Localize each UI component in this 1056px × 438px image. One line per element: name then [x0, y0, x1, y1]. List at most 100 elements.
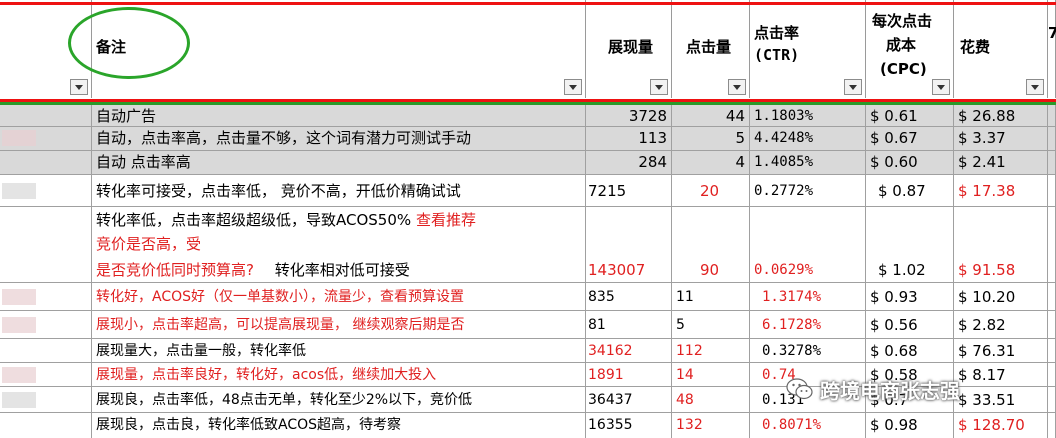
more-cell[interactable] [1048, 175, 1056, 206]
cost-cell[interactable]: $ 10.20 [954, 283, 1048, 310]
more-cell[interactable] [1048, 151, 1056, 174]
more-cell[interactable] [1048, 105, 1056, 126]
filter-dropdown-icon[interactable] [844, 79, 862, 95]
impressions-cell[interactable]: 1891 [586, 363, 672, 386]
more-cell[interactable] [1048, 387, 1056, 412]
ctr-cell[interactable]: 0.8071% [750, 413, 866, 438]
clicks-cell[interactable]: 44 [672, 105, 750, 126]
more-cell[interactable] [1048, 413, 1056, 438]
filter-dropdown-icon[interactable] [564, 79, 582, 95]
cpc-cell[interactable]: $ 0.61 [866, 105, 954, 126]
header-cell-ctr[interactable]: 点击率 (CTR) [750, 0, 866, 98]
ctr-cell[interactable]: 1.4085% [750, 151, 866, 174]
cost-cell[interactable]: $ 128.70 [954, 413, 1048, 438]
filter-dropdown-icon[interactable] [650, 79, 668, 95]
clicks-cell[interactable]: 4 [672, 151, 750, 174]
cpc-cell[interactable]: $ 0.68 [866, 339, 954, 362]
ctr-cell[interactable]: 1.1803% [750, 105, 866, 126]
ctr-cell[interactable]: 1.3174% [750, 283, 866, 310]
blurred-cell [0, 413, 92, 438]
cost-cell[interactable]: $ 91.58 [954, 207, 1048, 282]
table-row[interactable]: 展现良，点击良，转化率低致ACOS超高，待考察 16355 132 0.8071… [0, 413, 1056, 438]
note-cell[interactable]: 展现量大，点击量一般，转化率低 [92, 339, 586, 362]
table-row[interactable]: 自动广告 3728 44 1.1803% $ 0.61 $ 26.88 [0, 105, 1056, 127]
cost-value: $ 91.58 [958, 261, 1016, 279]
ctr-cell[interactable]: 0.0629% [750, 207, 866, 282]
impressions-cell[interactable]: 113 [586, 127, 672, 150]
cost-cell[interactable]: $ 2.82 [954, 311, 1048, 338]
clicks-cell[interactable]: 90 [672, 207, 750, 282]
table-row[interactable]: 展现小，点击率超高，可以提高展现量， 继续观察后期是否 81 5 6.1728%… [0, 311, 1056, 339]
clicks-cell[interactable]: 14 [672, 363, 750, 386]
table-row[interactable]: 自动，点击率高，点击量不够，这个词有潜力可测试手动 113 5 4.4248% … [0, 127, 1056, 151]
impressions-cell[interactable]: 81 [586, 311, 672, 338]
header-cell-impressions[interactable]: 展现量 [586, 0, 672, 98]
impressions-cell[interactable]: 143007 [586, 207, 672, 282]
header-cell-cost[interactable]: 花费 [954, 0, 1048, 98]
impressions-cell[interactable]: 3728 [586, 105, 672, 126]
table-row[interactable]: 转化率低，点击率超级超级低，导致ACOS50% 查看推荐 竞价是否高，受 是否竞… [0, 207, 1056, 283]
impressions-cell[interactable]: 7215 [586, 175, 672, 206]
table-row[interactable]: 展现量大，点击量一般，转化率低 34162 112 0.3278% $ 0.68… [0, 339, 1056, 363]
impressions-cell[interactable]: 34162 [586, 339, 672, 362]
cpc-cell[interactable]: $ 1.02 [866, 207, 954, 282]
blur-swatch [2, 392, 36, 408]
note-cell[interactable]: 展现小，点击率超高，可以提高展现量， 继续观察后期是否 [92, 311, 586, 338]
header-cell-cpc[interactable]: 每次点击 成本 (CPC) [866, 0, 954, 98]
cpc-cell[interactable]: $ 0.60 [866, 151, 954, 174]
cost-cell[interactable]: $ 33.51 [954, 387, 1048, 412]
cpc-cell[interactable]: $ 0.93 [866, 283, 954, 310]
header-cell-clicks[interactable]: 点击量 [672, 0, 750, 98]
clicks-cell[interactable]: 112 [672, 339, 750, 362]
note-cell[interactable]: 自动广告 [92, 105, 586, 126]
more-cell[interactable] [1048, 283, 1056, 310]
ctr-cell[interactable]: 6.1728% [750, 311, 866, 338]
cost-cell[interactable]: $ 17.38 [954, 175, 1048, 206]
clicks-value: 90 [700, 261, 720, 279]
more-cell[interactable] [1048, 363, 1056, 386]
filter-dropdown-icon[interactable] [1026, 79, 1044, 95]
more-cell[interactable] [1048, 311, 1056, 338]
clicks-cell[interactable]: 5 [672, 127, 750, 150]
ctr-cell[interactable]: 0.2772% [750, 175, 866, 206]
note-cell[interactable]: 自动，点击率高，点击量不够，这个词有潜力可测试手动 [92, 127, 586, 150]
cost-cell[interactable]: $ 76.31 [954, 339, 1048, 362]
more-cell[interactable] [1048, 207, 1056, 282]
impressions-cell[interactable]: 36437 [586, 387, 672, 412]
note-cell[interactable]: 转化率低，点击率超级超级低，导致ACOS50% 查看推荐 竞价是否高，受 是否竞… [92, 207, 586, 282]
clicks-cell[interactable]: 48 [672, 387, 750, 412]
impressions-cell[interactable]: 284 [586, 151, 672, 174]
filter-dropdown-icon[interactable] [70, 79, 88, 95]
header-cell-more[interactable]: 7 [1048, 0, 1056, 98]
table-row[interactable]: 转化率可接受，点击率低， 竞价不高，开低价精确试试 7215 20 0.2772… [0, 175, 1056, 207]
note-cell[interactable]: 展现良，点击良，转化率低致ACOS超高，待考察 [92, 413, 586, 438]
note-cell[interactable]: 自动 点击率高 [92, 151, 586, 174]
impressions-cell[interactable]: 835 [586, 283, 672, 310]
impressions-cell[interactable]: 16355 [586, 413, 672, 438]
note-cell[interactable]: 展现量，点击率良好，转化好，acos低，继续加大投入 [92, 363, 586, 386]
cpc-cell[interactable]: $ 0.87 [866, 175, 954, 206]
note-cell[interactable]: 转化率可接受，点击率低， 竞价不高，开低价精确试试 [92, 175, 586, 206]
table-row[interactable]: 转化好，ACOS好（仅一单基数小），流量少，查看预算设置 835 11 1.31… [0, 283, 1056, 311]
table-row[interactable]: 自动 点击率高 284 4 1.4085% $ 0.60 $ 2.41 [0, 151, 1056, 175]
note-cell[interactable]: 展现良，点击率低，48点击无单，转化至少2%以下，竞价低 [92, 387, 586, 412]
cpc-cell[interactable]: $ 0.56 [866, 311, 954, 338]
clicks-cell[interactable]: 132 [672, 413, 750, 438]
cost-cell[interactable]: $ 2.41 [954, 151, 1048, 174]
cost-cell[interactable]: $ 8.17 [954, 363, 1048, 386]
filter-dropdown-icon[interactable] [728, 79, 746, 95]
ctr-cell[interactable]: 0.3278% [750, 339, 866, 362]
filter-dropdown-icon[interactable] [932, 79, 950, 95]
clicks-cell[interactable]: 5 [672, 311, 750, 338]
more-cell[interactable] [1048, 339, 1056, 362]
cost-cell[interactable]: $ 3.37 [954, 127, 1048, 150]
clicks-cell[interactable]: 20 [672, 175, 750, 206]
cpc-cell[interactable]: $ 0.98 [866, 413, 954, 438]
ctr-cell[interactable]: 4.4248% [750, 127, 866, 150]
cpc-cell[interactable]: $ 0.67 [866, 127, 954, 150]
clicks-cell[interactable]: 11 [672, 283, 750, 310]
note-cell[interactable]: 转化好，ACOS好（仅一单基数小），流量少，查看预算设置 [92, 283, 586, 310]
more-cell[interactable] [1048, 127, 1056, 150]
note-line-1b: 查看推荐 [415, 211, 476, 229]
cost-cell[interactable]: $ 26.88 [954, 105, 1048, 126]
